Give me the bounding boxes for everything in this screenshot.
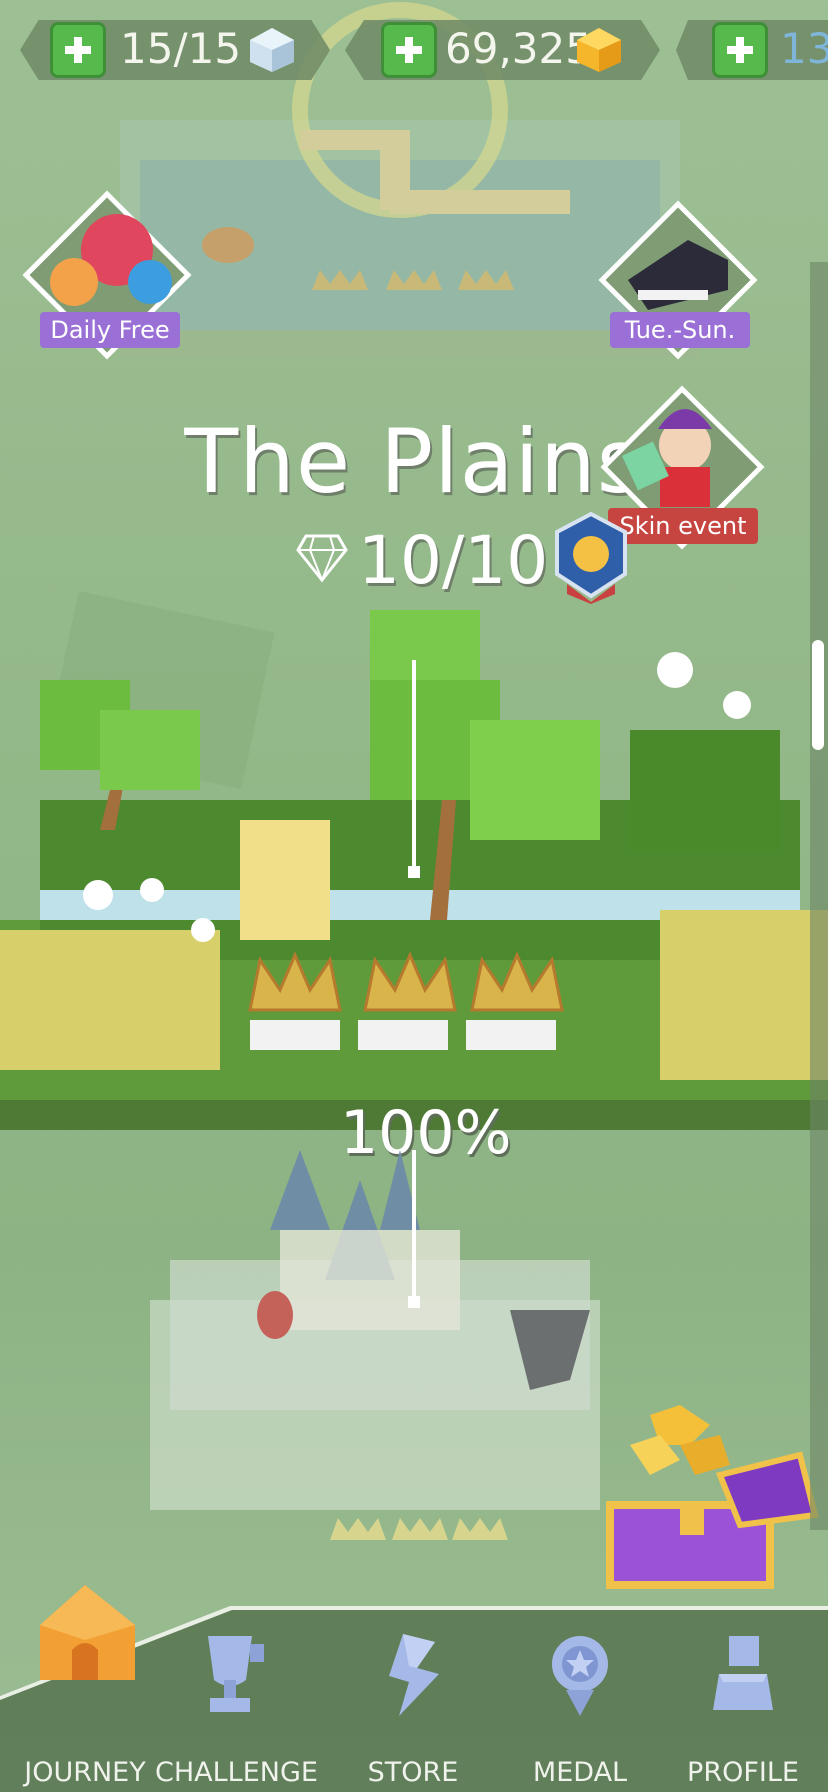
nav-challenge-label: CHALLENGE — [155, 1757, 318, 1788]
gold-gem-icon — [577, 28, 621, 72]
energy-counter: 15/15 — [20, 12, 330, 88]
nav-medal-label: MEDAL — [532, 1757, 628, 1788]
cube-icon — [250, 28, 294, 72]
add-gold-button[interactable] — [381, 22, 437, 78]
nav-medal[interactable]: MEDAL — [505, 1620, 655, 1792]
gem-count: 10/10 — [358, 522, 549, 599]
third-counter: 130 — [676, 12, 828, 88]
third-value: 130 — [780, 24, 828, 73]
plains-level-scene[interactable] — [0, 590, 828, 1150]
nav-challenge[interactable]: CHALLENGE — [155, 1620, 318, 1792]
gold-counter: 69,325 — [345, 12, 660, 88]
diamond-icon — [296, 534, 348, 583]
add-currency-button[interactable] — [712, 22, 768, 78]
treasure-chest-button[interactable] — [600, 1405, 820, 1590]
nav-store[interactable]: STORE — [338, 1620, 488, 1792]
profile-icon — [713, 1636, 773, 1710]
daily-free-label: Daily Free — [40, 312, 180, 348]
medal-icon — [552, 1636, 608, 1716]
skin-event-label: Skin event — [608, 508, 758, 544]
bottom-navigation: JOURNEY CHALLENGE STORE MEDAL PROFILE — [0, 1585, 828, 1792]
schedule-label: Tue.-Sun. — [610, 312, 750, 348]
scrollbar-thumb[interactable] — [812, 640, 824, 750]
nav-journey[interactable]: JOURNEY — [10, 1585, 160, 1792]
nav-profile-label: PROFILE — [687, 1757, 799, 1788]
trophy-icon — [208, 1636, 264, 1712]
add-energy-button[interactable] — [50, 22, 106, 78]
nav-store-label: STORE — [367, 1757, 459, 1788]
nav-journey-label: JOURNEY — [24, 1757, 146, 1788]
nav-profile[interactable]: PROFILE — [668, 1620, 818, 1792]
energy-value: 15/15 — [120, 24, 242, 73]
lightning-icon — [389, 1634, 439, 1716]
scrollbar-track[interactable] — [810, 262, 828, 1530]
house-icon — [40, 1585, 135, 1680]
gold-value: 69,325 — [445, 24, 592, 73]
